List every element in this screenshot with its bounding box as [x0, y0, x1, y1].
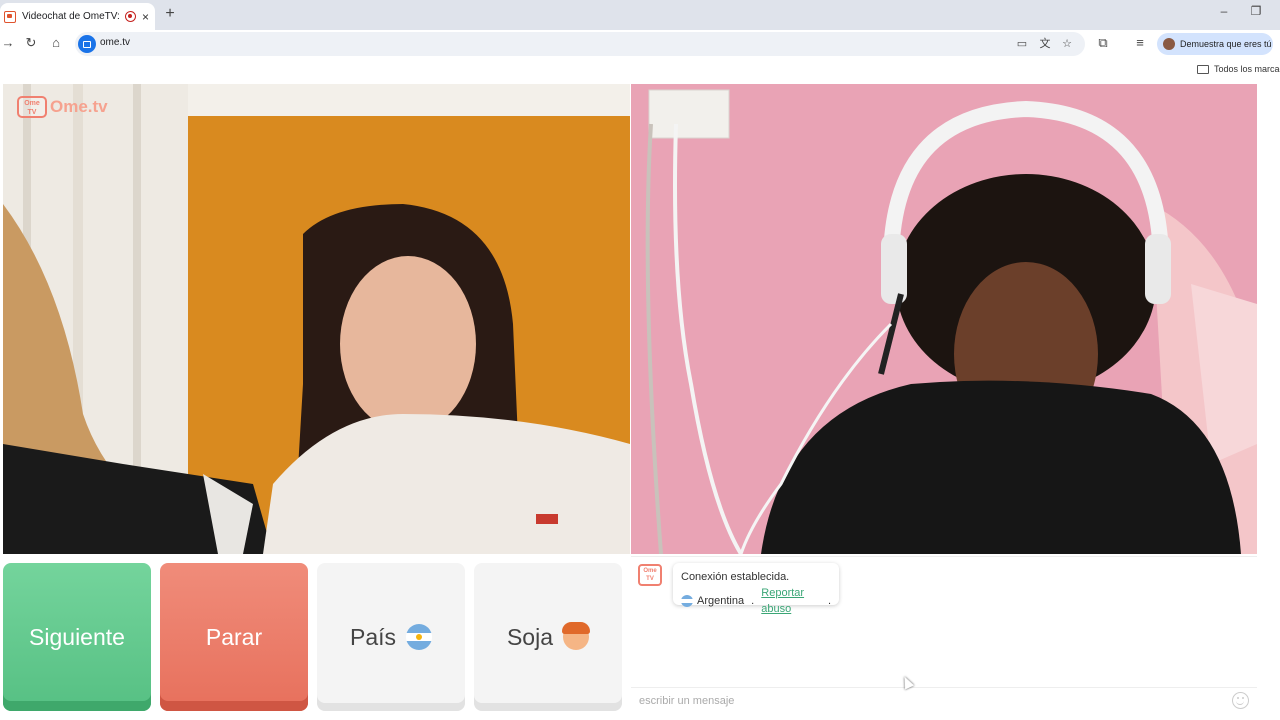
self-video-frame — [631, 84, 1257, 554]
logo-text: Ome.tv — [50, 97, 108, 116]
report-suffix: . — [827, 595, 831, 607]
avatar — [1163, 38, 1175, 50]
country-button-label: País — [349, 623, 397, 650]
bookmarks-bar: Todos los marcad — [0, 58, 1280, 82]
self-video — [631, 84, 1257, 554]
emoji-icon[interactable] — [1232, 692, 1249, 709]
star-icon[interactable]: ☆ — [1060, 37, 1074, 51]
profile-label: Demuestra que eres tú — [1180, 39, 1272, 49]
ometv-chat-logo-icon: Ome TV — [638, 564, 662, 586]
address-bar[interactable]: ome.tv ▭ 文 ☆ — [75, 32, 1085, 56]
extensions-icon[interactable]: ⧉ — [1095, 35, 1111, 51]
url-text: ome.tv — [100, 37, 131, 48]
cast-icon[interactable]: ▭ — [1015, 37, 1029, 51]
new-tab-button[interactable]: + — [161, 5, 179, 23]
minimize-button[interactable]: – — [1216, 4, 1232, 18]
report-abuse-link[interactable]: Reportar abuso — [761, 585, 824, 617]
chat-panel: Ome TV Conexión establecida. Argentina .… — [631, 556, 1257, 713]
profile-button[interactable]: Demuestra que eres tú — [1157, 33, 1273, 55]
reading-list-icon[interactable]: ≡ — [1132, 35, 1148, 51]
tab-close-button[interactable]: × — [142, 11, 149, 23]
tab-title: Videochat de OmeTV: una — [22, 11, 119, 22]
stranger-video-frame — [3, 84, 630, 554]
ometv-page: Ome TV Ome.tv Siguiente Parar País Soja … — [0, 82, 1280, 720]
country-filter-button[interactable]: País — [317, 563, 465, 711]
ometv-favicon-icon — [4, 10, 16, 23]
bookmarks-folder-label: Todos los marcad — [1214, 64, 1280, 74]
browser-tab[interactable]: Videochat de OmeTV: una × — [0, 3, 155, 30]
argentina-flag-icon — [406, 624, 433, 650]
chat-message-input[interactable] — [631, 687, 1257, 713]
all-bookmarks-folder[interactable]: Todos los marcad — [1197, 64, 1280, 74]
browser-toolbar: → ↻ ⌂ ome.tv ▭ 文 ☆ ⧉ ≡ Demuestra que ere… — [0, 30, 1280, 58]
next-button-label: Siguiente — [29, 623, 125, 650]
folder-icon — [1197, 64, 1209, 74]
translate-icon[interactable]: 文 — [1038, 37, 1052, 51]
system-message: Conexión establecida. Argentina . Report… — [673, 563, 839, 615]
boy-face-icon — [562, 622, 591, 650]
stop-button-label: Parar — [205, 623, 263, 650]
stop-button[interactable]: Parar — [160, 563, 308, 711]
recording-indicator-icon — [124, 11, 136, 22]
connection-status-text: Conexión establecida. — [681, 571, 790, 583]
partner-country: Argentina — [697, 595, 745, 607]
next-button[interactable]: Siguiente — [3, 563, 151, 711]
stranger-video: Ome TV Ome.tv — [3, 84, 630, 554]
gender-filter-button[interactable]: Soja — [474, 563, 622, 711]
tab-strip: Videochat de OmeTV: una × + – ❐ — [0, 0, 1280, 30]
maximize-button[interactable]: ❐ — [1248, 4, 1264, 18]
site-info-icon[interactable] — [78, 35, 96, 53]
tv-logo-icon: Ome TV — [17, 96, 47, 118]
gender-button-label: Soja — [506, 623, 554, 650]
reload-icon[interactable]: ↻ — [23, 35, 39, 51]
ometv-logo: Ome TV Ome.tv — [17, 96, 108, 118]
separator: . — [748, 595, 758, 607]
home-icon[interactable]: ⌂ — [48, 35, 64, 51]
argentina-flag-icon — [681, 595, 693, 607]
forward-icon[interactable]: → — [0, 35, 16, 51]
